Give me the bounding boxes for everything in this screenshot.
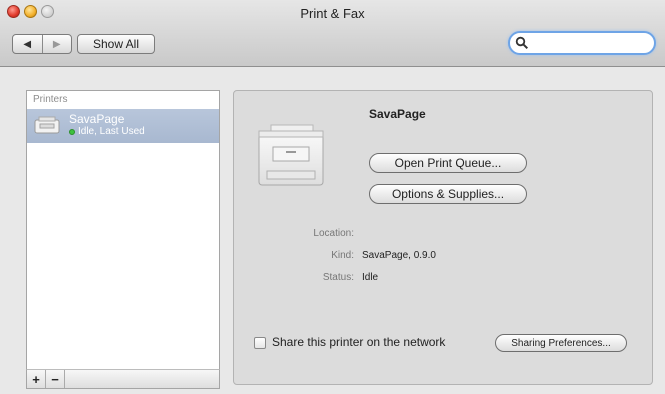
status-label: Status: [322,272,354,283]
printer-icon [34,116,60,134]
printer-list: Printers SavaPage Idle, Last Used [26,90,220,370]
add-printer-button[interactable]: + [27,370,46,388]
options-supplies-button[interactable]: Options & Supplies... [369,184,527,204]
sharing-preferences-button[interactable]: Sharing Preferences... [495,334,627,352]
kind-value: SavaPage, 0.9.0 [362,250,436,261]
share-printer-checkbox[interactable] [254,337,266,349]
window-toolbar: Print & Fax ◀ ▶ Show All [0,0,665,67]
status-value: Idle [362,272,379,283]
printer-detail-pane: SavaPage Open Print Queue... Options & S… [233,90,653,385]
back-arrow-icon: ◀ [23,38,32,50]
printer-name-heading: SavaPage [369,107,426,121]
printer-list-toolbar: + − [26,369,220,389]
printer-item-name: SavaPage [69,112,125,126]
forward-button[interactable]: ▶ [43,35,72,53]
printer-item-status: Idle, Last Used [69,126,145,137]
navigation-segmented-control: ◀ ▶ [12,34,72,54]
printer-image-icon [258,124,324,186]
back-button[interactable]: ◀ [13,35,43,53]
magnifier-icon [515,36,529,50]
remove-printer-button[interactable]: − [46,370,65,388]
printer-item-status-text: Idle, Last Used [78,126,145,137]
search-field[interactable] [508,31,656,55]
search-input[interactable] [532,35,647,51]
open-print-queue-button[interactable]: Open Print Queue... [369,153,527,173]
share-printer-label[interactable]: Share this printer on the network [272,335,445,349]
location-label: Location: [313,228,354,239]
kind-label: Kind: [331,250,354,261]
window-title: Print & Fax [300,6,365,21]
forward-arrow-icon: ▶ [52,38,61,50]
show-all-button[interactable]: Show All [77,34,155,54]
status-dot-icon [69,128,75,135]
printer-list-item[interactable]: SavaPage Idle, Last Used [27,109,219,143]
printer-list-header: Printers [33,94,68,105]
